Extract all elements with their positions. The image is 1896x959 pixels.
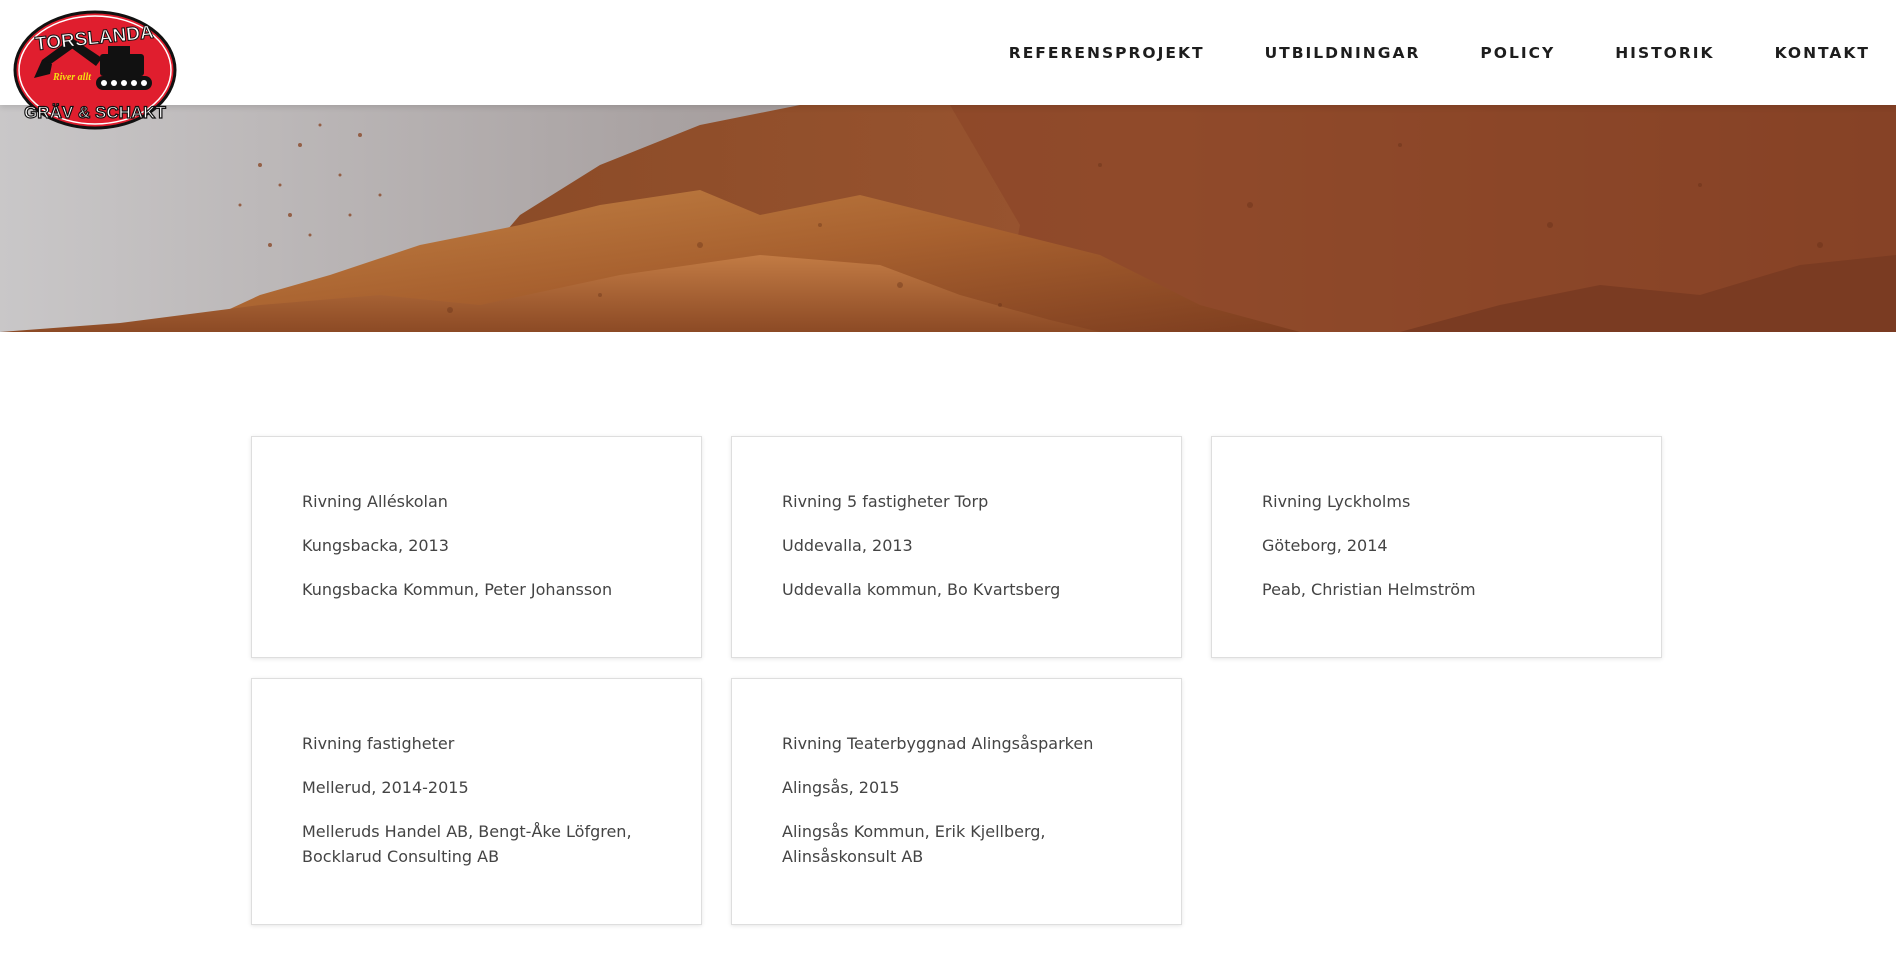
project-client: Melleruds Handel AB, Bengt-Åke Löfgren, …: [302, 822, 632, 866]
project-card: Rivning Lyckholms Göteborg, 2014 Peab, C…: [1211, 436, 1662, 658]
nav-item-referensprojekt[interactable]: REFERENSPROJEKT: [1009, 44, 1205, 62]
nav-item-policy[interactable]: POLICY: [1480, 44, 1555, 62]
main-nav: REFERENSPROJEKT UTBILDNINGAR POLICY HIST…: [949, 0, 1870, 105]
project-location: Uddevalla, 2013: [782, 536, 913, 555]
nav-item-kontakt[interactable]: KONTAKT: [1775, 44, 1870, 62]
project-card: Rivning Alléskolan Kungsbacka, 2013 Kung…: [251, 436, 702, 658]
project-name: Rivning Alléskolan: [302, 492, 448, 511]
project-name: Rivning fastigheter: [302, 734, 455, 753]
project-client: Alingsås Kommun, Erik Kjellberg, Alinsås…: [782, 822, 1046, 866]
project-location: Kungsbacka, 2013: [302, 536, 449, 555]
project-location: Alingsås, 2015: [782, 778, 900, 797]
project-name: Rivning 5 fastigheter Torp: [782, 492, 989, 511]
project-client: Peab, Christian Helmström: [1262, 580, 1476, 599]
project-card: Rivning 5 fastigheter Torp Uddevalla, 20…: [731, 436, 1182, 658]
nav-item-utbildningar[interactable]: UTBILDNINGAR: [1265, 44, 1421, 62]
site-header: REFERENSPROJEKT UTBILDNINGAR POLICY HIST…: [0, 0, 1896, 105]
project-name: Rivning Lyckholms: [1262, 492, 1411, 511]
nav-item-historik[interactable]: HISTORIK: [1615, 44, 1714, 62]
project-card: Rivning Teaterbyggnad Alingsåsparken Ali…: [731, 678, 1182, 925]
hero-soil-image: [0, 105, 1896, 332]
project-location: Mellerud, 2014-2015: [302, 778, 469, 797]
project-card: Rivning fastigheter Mellerud, 2014-2015 …: [251, 678, 702, 925]
company-logo[interactable]: TORSLANDA River allt GRÄV & SCHAKT: [12, 8, 178, 132]
project-client: Uddevalla kommun, Bo Kvartsberg: [782, 580, 1061, 599]
logo-graphic: TORSLANDA River allt GRÄV & SCHAKT: [13, 10, 177, 130]
logo-bottom-text: GRÄV & SCHAKT: [24, 103, 166, 122]
project-location: Göteborg, 2014: [1262, 536, 1388, 555]
project-client: Kungsbacka Kommun, Peter Johansson: [302, 580, 613, 599]
hero-banner: [0, 105, 1896, 332]
project-name: Rivning Teaterbyggnad Alingsåsparken: [782, 734, 1094, 753]
logo-slogan: River allt: [52, 72, 92, 83]
